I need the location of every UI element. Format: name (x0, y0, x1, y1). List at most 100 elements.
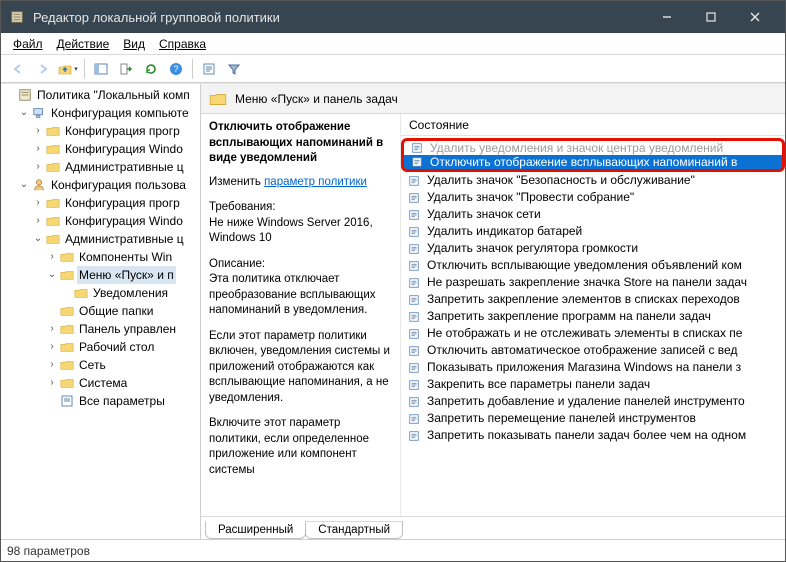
tree-item[interactable]: ›Административные ц (33, 158, 200, 176)
description-p1: Эта политика отключает преобразование вс… (209, 272, 392, 319)
right-pane: Меню «Пуск» и панель задач Отключить ото… (201, 84, 785, 539)
policy-label: Удалить индикатор батарей (427, 223, 582, 240)
toolbar-refresh[interactable] (140, 58, 162, 80)
app-icon (9, 9, 25, 25)
policy-item[interactable]: Запретить добавление и удаление панелей … (401, 393, 785, 410)
policy-icon (407, 327, 421, 341)
policy-icon (407, 395, 421, 409)
policy-label: Отключить всплывающие уведомления объявл… (427, 257, 742, 274)
toolbar-help[interactable]: ? (165, 58, 187, 80)
toolbar-showhide[interactable] (90, 58, 112, 80)
policy-item[interactable]: Удалить индикатор батарей (401, 223, 785, 240)
policy-label: Удалить значок регулятора громкости (427, 240, 638, 257)
maximize-button[interactable] (689, 1, 733, 33)
info-column: Отключить отображение всплывающих напоми… (201, 114, 401, 517)
tree-computer-config[interactable]: ⌄ Конфигурация компьюте (19, 104, 200, 122)
tree-pane: Политика "Локальный комп ⌄ Конфигурация … (1, 84, 201, 539)
toolbar-export[interactable] (115, 58, 137, 80)
description-label: Описание: (209, 257, 392, 273)
policy-icon (407, 174, 421, 188)
tree-root[interactable]: Политика "Локальный комп (5, 86, 200, 104)
policy-label: Показывать приложения Магазина Windows н… (427, 359, 741, 376)
menu-action[interactable]: Действие (51, 35, 116, 53)
description-p2: Если этот параметр политики включен, уве… (209, 329, 392, 407)
policy-label: Удалить уведомления и значок центра увед… (430, 140, 723, 156)
edit-policy-link-wrap: Изменить параметр политики (209, 175, 392, 191)
policy-label: Удалить значок сети (427, 206, 541, 223)
policy-icon (410, 141, 424, 155)
policy-icon (407, 361, 421, 375)
tree-all-params[interactable]: Все параметры (47, 392, 200, 410)
window-title: Редактор локальной групповой политики (33, 10, 645, 25)
list-column: Состояние Удалить уведомления и значок ц… (401, 114, 785, 517)
tree-item[interactable]: ›Сеть (47, 356, 200, 374)
policy-label: Удалить значок "Безопасность и обслужива… (427, 172, 695, 189)
tab-standard[interactable]: Стандартный (305, 521, 403, 539)
policy-item[interactable]: Не отображать и не отслеживать элементы … (401, 325, 785, 342)
requirements-label: Требования: (209, 200, 392, 216)
minimize-button[interactable] (645, 1, 689, 33)
policy-item[interactable]: Показывать приложения Магазина Windows н… (401, 359, 785, 376)
right-title: Меню «Пуск» и панель задач (235, 92, 398, 106)
policy-icon (407, 344, 421, 358)
policy-label: Не разрешать закрепление значка Store на… (427, 274, 747, 291)
toolbar-up[interactable]: ▾ (57, 58, 79, 80)
policy-icon (407, 191, 421, 205)
toolbar-forward[interactable] (32, 58, 54, 80)
policy-label: Удалить значок "Провести собрание" (427, 189, 634, 206)
policy-item[interactable]: Удалить уведомления и значок центра увед… (401, 138, 785, 155)
policy-item[interactable]: Запретить закрепление программ на панели… (401, 308, 785, 325)
policy-item[interactable]: Закрепить все параметры панели задач (401, 376, 785, 393)
tree-user-config[interactable]: ⌄ Конфигурация пользова (19, 176, 200, 194)
tree-admin-templates[interactable]: ⌄Административные ц (33, 230, 200, 248)
policy-icon (407, 242, 421, 256)
tree-item[interactable]: ›Конфигурация прогр (33, 122, 200, 140)
policy-item[interactable]: Удалить значок сети (401, 206, 785, 223)
toolbar-filter[interactable] (223, 58, 245, 80)
policy-item[interactable]: Отключить отображение всплывающих напоми… (401, 155, 785, 172)
policy-item[interactable]: Удалить значок регулятора громкости (401, 240, 785, 257)
tree-item[interactable]: ›Конфигурация Windo (33, 212, 200, 230)
policy-item[interactable]: Запретить перемещение панелей инструмент… (401, 410, 785, 427)
description-p3: Включите этот параметр политики, если оп… (209, 416, 392, 478)
policy-title: Отключить отображение всплывающих напоми… (209, 120, 392, 167)
policy-list[interactable]: Удалить уведомления и значок центра увед… (401, 136, 785, 517)
edit-policy-link[interactable]: параметр политики (264, 176, 367, 188)
status-text: 98 параметров (7, 544, 90, 558)
toolbar-properties[interactable] (198, 58, 220, 80)
tree-item[interactable]: ›Компоненты Win (47, 248, 200, 266)
policy-item[interactable]: Отключить автоматическое отображение зап… (401, 342, 785, 359)
policy-item[interactable]: Удалить значок "Провести собрание" (401, 189, 785, 206)
policy-icon (407, 429, 421, 443)
policy-label: Не отображать и не отслеживать элементы … (427, 325, 742, 342)
close-button[interactable] (733, 1, 777, 33)
tree-item[interactable]: Общие папки (47, 302, 200, 320)
titlebar: Редактор локальной групповой политики (1, 1, 785, 33)
menu-file[interactable]: Файл (7, 35, 49, 53)
policy-item[interactable]: Удалить значок "Безопасность и обслужива… (401, 172, 785, 189)
policy-item[interactable]: Не разрешать закрепление значка Store на… (401, 274, 785, 291)
svg-text:?: ? (173, 64, 178, 74)
menu-help[interactable]: Справка (153, 35, 212, 53)
policy-label: Закрепить все параметры панели задач (427, 376, 650, 393)
tree-item[interactable]: ›Рабочий стол (47, 338, 200, 356)
tree-item[interactable]: ›Панель управлен (47, 320, 200, 338)
policy-item[interactable]: Запретить показывать панели задач более … (401, 427, 785, 444)
tree-item[interactable]: Уведомления (61, 284, 200, 302)
policy-label: Запретить показывать панели задач более … (427, 427, 746, 444)
tree-item[interactable]: ›Система (47, 374, 200, 392)
policy-label: Запретить добавление и удаление панелей … (427, 393, 745, 410)
folder-icon (209, 90, 227, 108)
tab-extended[interactable]: Расширенный (205, 521, 306, 539)
policy-icon (407, 412, 421, 426)
tree-item[interactable]: ›Конфигурация прогр (33, 194, 200, 212)
tree-start-menu[interactable]: ⌄Меню «Пуск» и п (47, 266, 200, 284)
toolbar-back[interactable] (7, 58, 29, 80)
tree-item[interactable]: ›Конфигурация Windo (33, 140, 200, 158)
policy-icon (407, 293, 421, 307)
policy-icon (407, 225, 421, 239)
policy-item[interactable]: Отключить всплывающие уведомления объявл… (401, 257, 785, 274)
policy-item[interactable]: Запретить закрепление элементов в списка… (401, 291, 785, 308)
menu-view[interactable]: Вид (117, 35, 151, 53)
column-header-state[interactable]: Состояние (401, 114, 785, 136)
